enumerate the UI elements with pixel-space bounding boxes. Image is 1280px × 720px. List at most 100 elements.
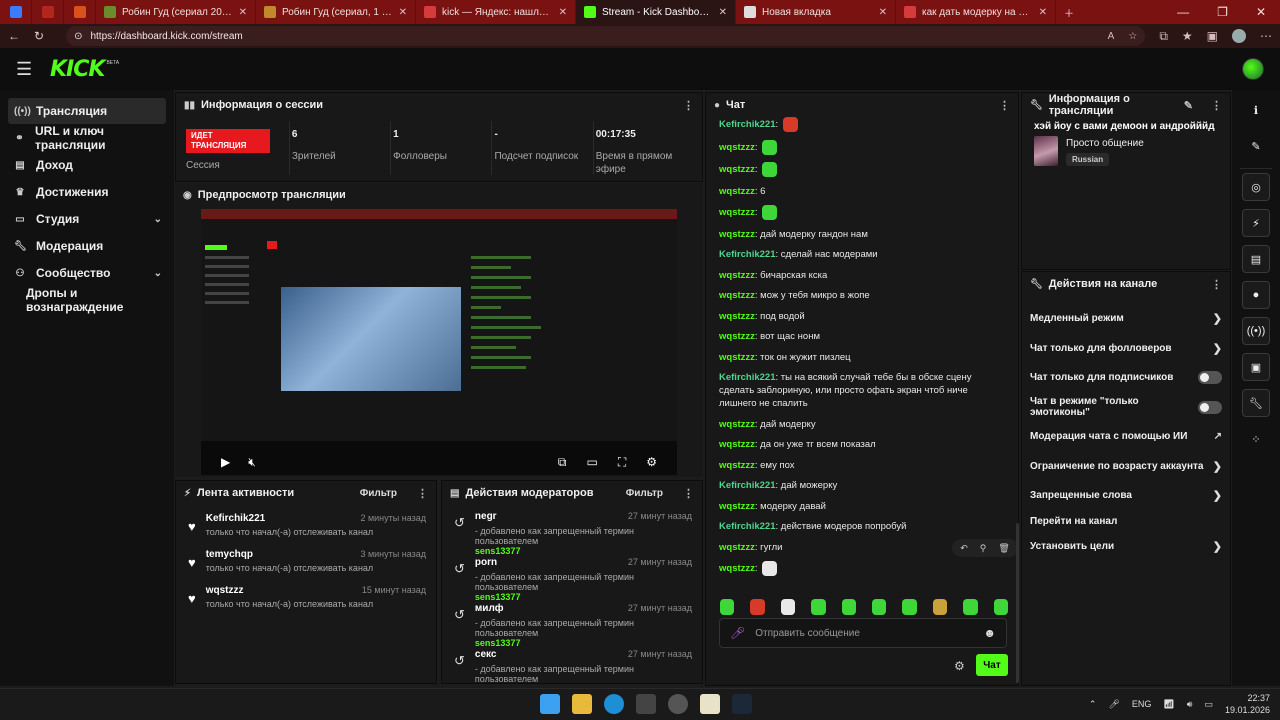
browser-tab[interactable] [64,0,96,24]
tab-close-icon[interactable]: ✕ [559,7,567,18]
edge-browser-icon[interactable] [604,694,624,714]
chat-username[interactable]: wqstzzz [719,563,755,574]
activity-user[interactable]: wqstzzz [206,585,244,596]
tab-close-icon[interactable]: ✕ [1039,7,1047,18]
more-vertical-icon[interactable]: ⋮ [683,99,694,112]
chat-username[interactable]: Kefirchik221 [719,249,776,260]
user-avatar[interactable] [1242,58,1264,80]
chat-username[interactable]: wqstzzz [719,460,755,471]
language-indicator[interactable]: ENG [1132,699,1152,709]
reload-icon[interactable]: ↻ [34,29,44,43]
chat-username[interactable]: wqstzzz [719,207,755,218]
pin-icon[interactable]: ⚲ [980,543,987,554]
activity-user[interactable]: Kefirchik221 [206,513,265,524]
menu-icon[interactable]: ☰ [16,59,40,80]
tab-close-icon[interactable]: ✕ [399,7,407,18]
sidebar-item-studio[interactable]: ▭ Студия ⌄ [8,206,166,232]
chat-message[interactable]: wqstzzz: [719,162,994,177]
fullscreen-icon[interactable]: ⛶ [618,455,626,470]
browser-tab-active[interactable]: Stream - Kick Dashboard ✕ [576,0,736,24]
profile-avatar[interactable] [1232,28,1246,43]
sidebar-item-income[interactable]: ▤ Доход [8,152,166,178]
chat-message[interactable]: wqstzzz: ему пох [719,459,994,472]
mod-user[interactable]: sens13377 [475,638,692,648]
filter-button[interactable]: Фильтр [626,488,663,499]
wifi-icon[interactable]: 📶︎ [1163,699,1174,710]
video-player[interactable]: ▶ 🔇︎ ⧉ ▭ ⛶ ⚙ [201,209,677,475]
chat-message[interactable]: wqstzzz: ток он жужит пизлец [719,351,994,364]
set-goals-item[interactable]: Установить цели ❯ [1022,532,1230,562]
settings-gear-icon[interactable]: ⚙ [646,455,657,470]
age-restriction-item[interactable]: Ограничение по возрасту аккаунта ❯ [1022,452,1230,482]
chat-username[interactable]: Kefirchik221 [719,372,776,383]
battery-icon[interactable]: ▭ [1204,699,1213,710]
minimize-icon[interactable]: — [1177,5,1189,19]
chat-username[interactable]: wqstzzz [719,290,755,301]
url-field[interactable]: ⊙ https://dashboard.kick.com/stream A ☆ [66,26,1146,46]
reply-icon[interactable]: ↶ [960,543,968,554]
notes-icon[interactable] [700,694,720,714]
bolt-icon[interactable]: ⚡︎ [1242,209,1270,237]
emote-icon[interactable] [993,599,1009,615]
clock[interactable]: 22:37 19.01.2026 [1225,692,1270,716]
edit-pencil-icon[interactable]: ✎ [1184,99,1193,112]
banned-words-item[interactable]: Запрещенные слова ❯ [1022,481,1230,511]
chat-username[interactable]: wqstzzz [719,311,755,322]
activity-user[interactable]: temychqp [206,549,253,560]
windows-start-icon[interactable] [540,694,560,714]
browser-tab[interactable] [0,0,32,24]
chat-message[interactable]: wqstzzz: [719,139,994,155]
chat-username[interactable]: wqstzzz [719,542,755,553]
browser-tab[interactable]: как дать модерку на kick — Янд ✕ [896,0,1056,24]
chat-username[interactable]: Kefirchik221 [719,480,776,491]
pip-icon[interactable]: ⧉ [558,455,567,470]
chat-message[interactable]: wqstzzz: бичарская кска [719,269,994,282]
chat-message[interactable]: wqstzzz: под водой [719,310,994,323]
mod-user[interactable]: sens13377 [475,592,692,602]
emote-icon[interactable] [932,599,948,615]
chat-settings-gear-icon[interactable]: ⚙ [954,659,965,673]
emoji-icon[interactable]: ☻ [983,626,996,640]
chat-message[interactable]: Kefirchik221: дай можерку [719,479,994,492]
volume-icon[interactable]: 🔊︎ [1187,699,1193,710]
tab-close-icon[interactable]: ✕ [719,7,727,18]
back-icon[interactable]: ← [8,29,20,43]
chat-username[interactable]: wqstzzz [719,229,755,240]
ai-moderation-item[interactable]: Модерация чата с помощью ИИ ↗ [1022,422,1230,452]
info-icon[interactable]: ℹ [1242,96,1270,124]
chat-send-button[interactable]: Чат [976,654,1008,676]
split-screen-icon[interactable]: ⧉ [1159,29,1168,44]
followers-only-item[interactable]: Чат только для фолловеров ❯ [1022,334,1230,364]
collections-icon[interactable]: ▣ [1207,29,1218,44]
mute-icon[interactable]: 🔇︎ [248,455,256,470]
chat-message[interactable]: wqstzzz: [719,205,994,220]
sidebar-item-drops[interactable]: Дропы и вознаграждение [8,286,166,314]
store-icon[interactable] [636,694,656,714]
sidebar-item-url-key[interactable]: ⚭ URL и ключ трансляции [8,124,166,152]
filter-button[interactable]: Фильтр [360,488,397,499]
chevron-down-icon[interactable]: ⌄ [154,214,166,225]
file-explorer-icon[interactable] [572,694,592,714]
emote-icon[interactable] [872,599,887,615]
microphone-icon[interactable]: 🎤︎ [730,626,745,640]
sidebar-item-achievements[interactable]: ♛ Достижения [8,179,166,205]
sidebar-item-moderation[interactable]: 🔧︎ Модерация [8,233,166,259]
chat-username[interactable]: wqstzzz [719,142,755,153]
mod-user[interactable]: sens13377 [475,546,692,556]
more-vertical-icon[interactable]: ⋮ [1211,99,1222,112]
emote-only-toggle[interactable] [1198,400,1222,414]
chat-message[interactable]: wqstzzz: модерку давай [719,500,994,513]
microphone-icon[interactable]: 🎤︎ [1108,699,1119,710]
play-icon[interactable]: ▶ [221,455,230,469]
edit-pencil-icon[interactable]: ✎ [1242,132,1270,160]
more-icon[interactable]: ⋯ [1260,29,1272,44]
chat-username[interactable]: wqstzzz [719,419,755,430]
chat-username[interactable]: wqstzzz [719,186,755,197]
chat-message[interactable]: Kefirchik221: ты на всякий случай тебе б… [719,371,994,410]
emote-icon[interactable] [963,599,978,615]
theater-icon[interactable]: ▭ [586,455,597,470]
emote-icon[interactable] [780,599,796,615]
chat-username[interactable]: wqstzzz [719,331,755,342]
chat-username[interactable]: wqstzzz [719,439,755,450]
chat-username[interactable]: wqstzzz [719,352,755,363]
